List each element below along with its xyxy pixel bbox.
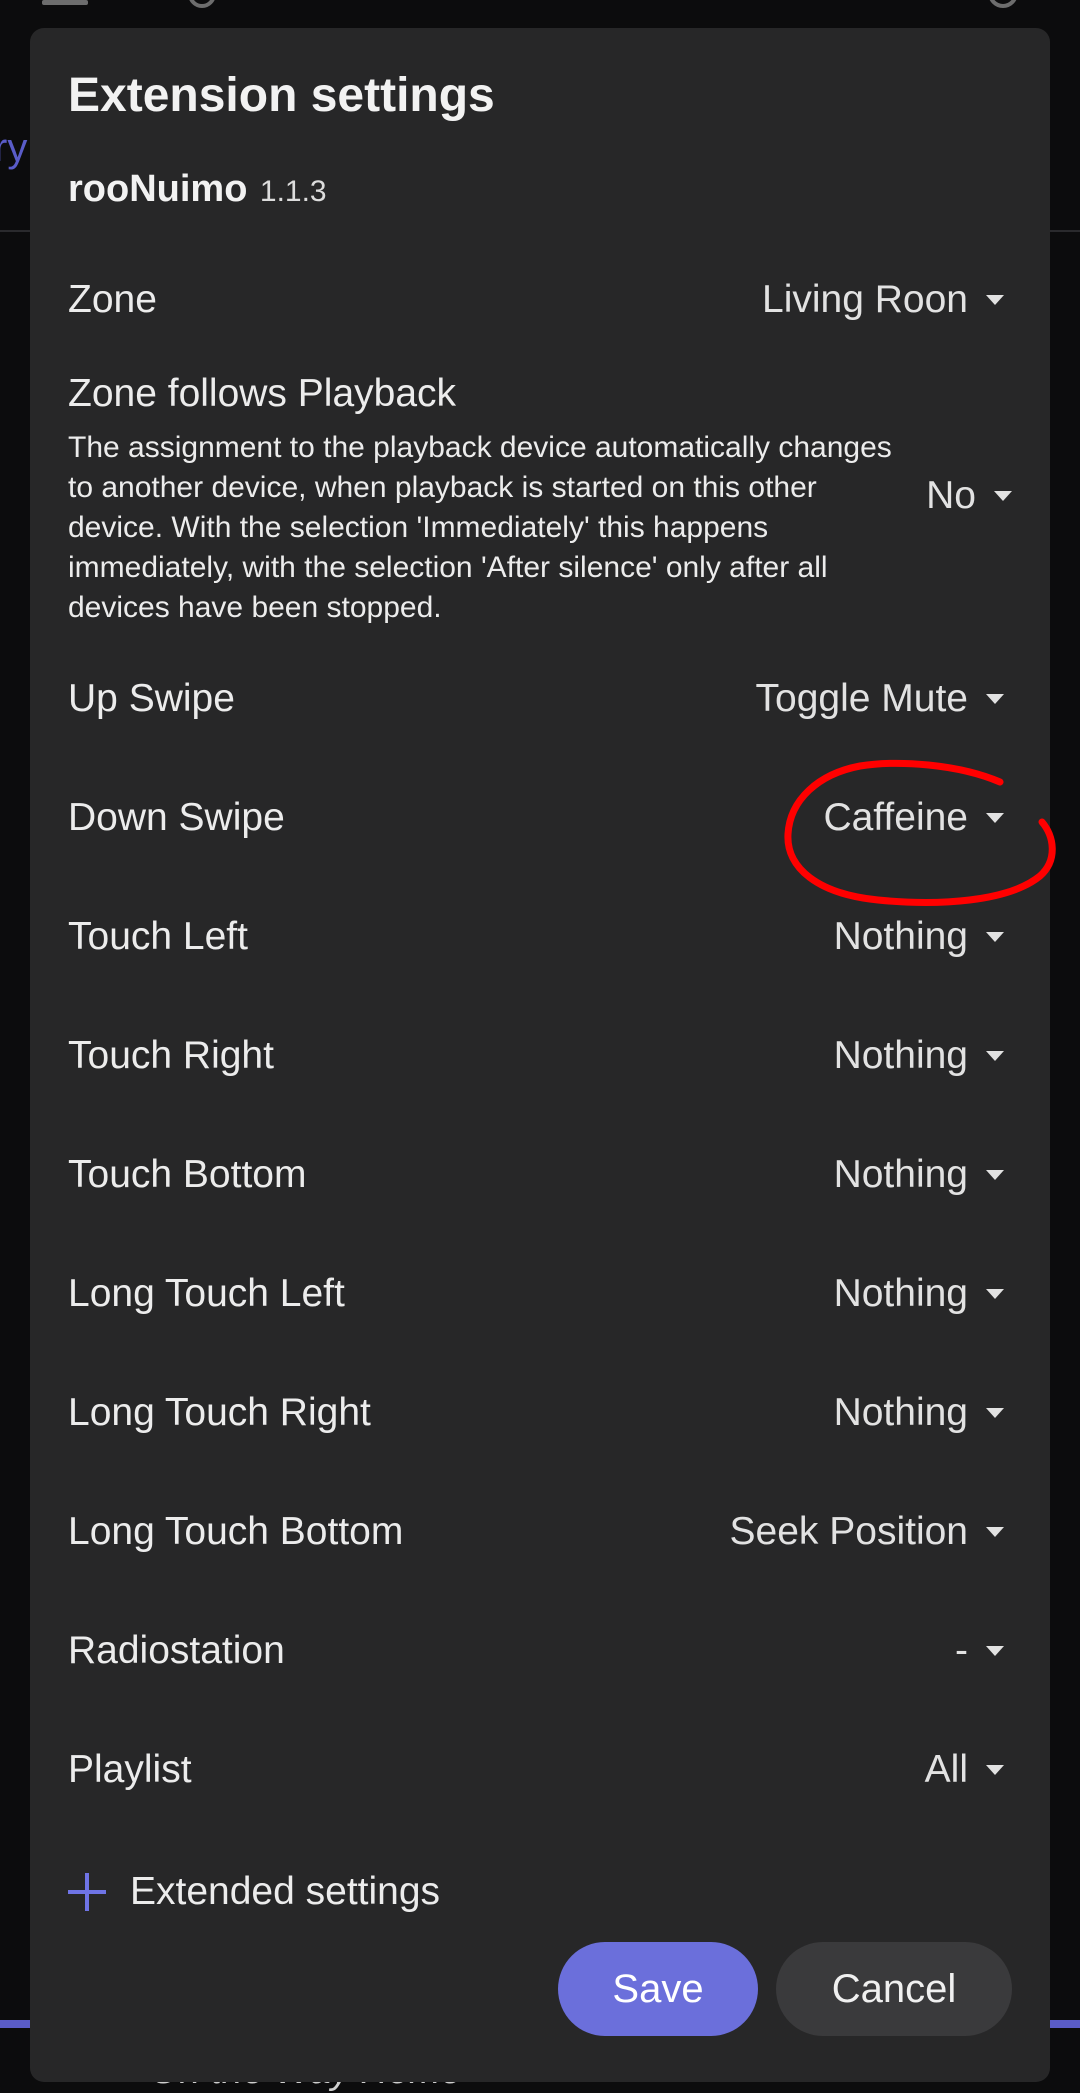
setting-label-long-touch-left: Long Touch Left [68,1272,345,1315]
extension-version: 1.1.3 [259,175,327,208]
zone-dropdown[interactable]: Living Roon [762,278,1004,322]
chevron-down-icon [986,1289,1004,1299]
setting-description-zone-follows-playback: The assignment to the playback device au… [68,431,892,624]
chevron-down-icon [986,932,1004,942]
setting-label-down-swipe: Down Swipe [68,796,285,839]
setting-row-long-touch-right: Long Touch Right Nothing [68,1373,1042,1453]
chevron-down-icon [986,1051,1004,1061]
setting-label-radiostation: Radiostation [68,1629,285,1672]
up-swipe-value: Toggle Mute [755,677,968,720]
extension-header: rooNuimo 1.1.3 [68,168,327,211]
long-touch-right-value: Nothing [833,1391,968,1434]
setting-row-zone: Zone Living Roon [68,260,1042,340]
long-touch-left-value: Nothing [833,1272,968,1315]
setting-row-up-swipe: Up Swipe Toggle Mute [68,659,1042,739]
menu-icon[interactable] [42,0,88,5]
setting-row-touch-bottom: Touch Bottom Nothing [68,1135,1042,1215]
touch-bottom-dropdown[interactable]: Nothing [834,1153,1004,1197]
extended-settings-toggle[interactable]: Extended settings [68,1870,440,1914]
setting-label-long-touch-bottom: Long Touch Bottom [68,1510,404,1553]
playlist-value: All [924,1748,968,1791]
background-link-text: ry [0,126,28,170]
chevron-down-icon [986,1527,1004,1537]
chevron-down-icon [986,1408,1004,1418]
touch-bottom-value: Nothing [833,1153,968,1196]
setting-label-zone: Zone [68,278,157,321]
touch-left-dropdown[interactable]: Nothing [834,915,1004,959]
setting-row-long-touch-left: Long Touch Left Nothing [68,1254,1042,1334]
setting-row-touch-right: Touch Right Nothing [68,1016,1042,1096]
zone-value: Living Roon [762,278,968,321]
setting-label-playlist: Playlist [68,1748,192,1791]
setting-label-touch-right: Touch Right [68,1034,274,1077]
setting-label-long-touch-right: Long Touch Right [68,1391,371,1434]
plus-icon [68,1873,106,1911]
touch-right-value: Nothing [833,1034,968,1077]
setting-label-touch-left: Touch Left [68,915,248,958]
chevron-down-icon [986,694,1004,704]
extension-name: rooNuimo [68,168,248,210]
radiostation-value: - [955,1629,968,1672]
touch-right-dropdown[interactable]: Nothing [834,1034,1004,1078]
zone-follows-playback-dropdown[interactable]: No [926,474,1012,518]
setting-row-radiostation: Radiostation - [68,1611,1042,1691]
search-icon-right[interactable] [988,0,1018,8]
setting-label-zone-follows-playback: Zone follows Playback [68,372,457,415]
cancel-button[interactable]: Cancel [776,1942,1012,2036]
extended-settings-label: Extended settings [130,1870,441,1913]
search-icon[interactable] [188,0,216,8]
touch-left-value: Nothing [833,915,968,958]
long-touch-right-dropdown[interactable]: Nothing [834,1391,1004,1435]
dialog-title: Extension settings [68,69,495,122]
long-touch-bottom-dropdown[interactable]: Seek Position [730,1510,1004,1554]
up-swipe-dropdown[interactable]: Toggle Mute [756,677,1004,721]
zone-follows-playback-value: No [926,474,976,517]
chevron-down-icon [986,1765,1004,1775]
setting-label-up-swipe: Up Swipe [68,677,235,720]
radiostation-dropdown[interactable]: - [955,1629,1004,1673]
save-button[interactable]: Save [558,1942,758,2036]
setting-row-playlist: Playlist All [68,1730,1042,1810]
chevron-down-icon [986,1646,1004,1656]
red-annotation-circle [784,759,1056,906]
setting-row-long-touch-bottom: Long Touch Bottom Seek Position [68,1492,1042,1572]
chevron-down-icon [986,295,1004,305]
setting-label-touch-bottom: Touch Bottom [68,1153,307,1196]
chevron-down-icon [986,1170,1004,1180]
playlist-dropdown[interactable]: All [925,1748,1004,1792]
long-touch-bottom-value: Seek Position [729,1510,968,1553]
long-touch-left-dropdown[interactable]: Nothing [834,1272,1004,1316]
extension-settings-dialog: Extension settings rooNuimo 1.1.3 Zone L… [30,28,1056,2082]
chevron-down-icon [994,491,1012,501]
